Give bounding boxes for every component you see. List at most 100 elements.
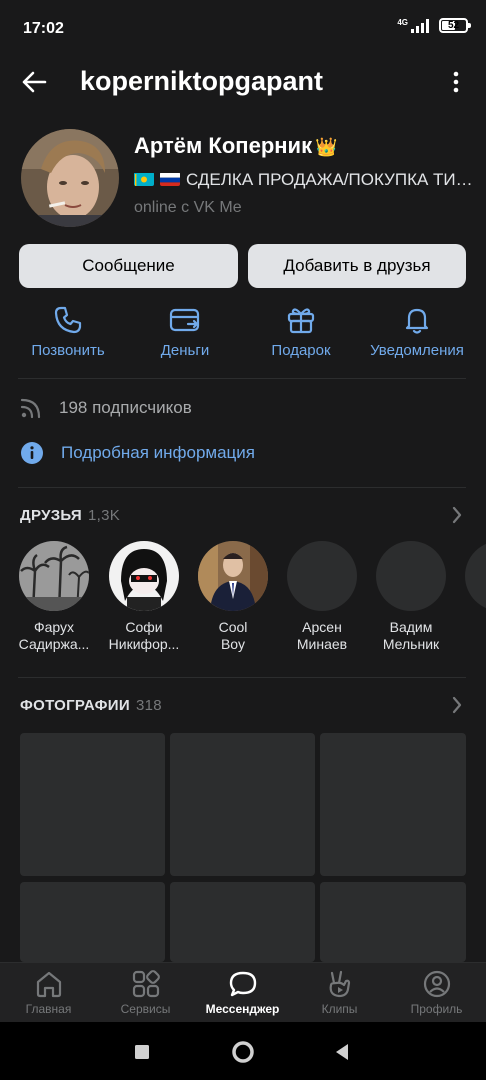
status-bar: 17:02 4G 52 xyxy=(0,0,486,58)
tab-services[interactable]: Сервисы xyxy=(97,969,194,1016)
friend-name-line2: Садиржа... xyxy=(18,636,90,652)
call-action[interactable]: Позвонить xyxy=(13,303,123,359)
friend-item[interactable]: Вадим Мельник xyxy=(366,541,456,653)
friend-avatar xyxy=(198,541,268,611)
friend-item[interactable]: Фарух Садиржа... xyxy=(9,541,99,653)
arrow-left-icon xyxy=(22,71,47,93)
home-icon xyxy=(36,971,61,998)
tab-label: Мессенджер xyxy=(205,1002,280,1016)
phone-icon xyxy=(54,306,82,334)
followers-row[interactable]: 198 подписчиков xyxy=(20,397,192,419)
friend-name-line1: Арсен xyxy=(302,619,342,635)
tab-profile[interactable]: Профиль xyxy=(388,969,485,1016)
profile-status-text: СДЕЛКА ПРОДАЖА/ПОКУПКА ТИКТОК xyxy=(186,170,474,189)
profile-name: Артём Коперник 👑 xyxy=(134,133,338,159)
signal-icon xyxy=(411,18,429,33)
photos-title: ФОТОГРАФИИ xyxy=(20,697,130,714)
friends-count: 1,3K xyxy=(88,507,121,524)
money-label: Деньги xyxy=(160,342,210,359)
back-button[interactable] xyxy=(14,64,54,100)
photo-thumbnail[interactable] xyxy=(320,733,466,876)
photo-thumbnail[interactable] xyxy=(170,733,315,876)
info-icon xyxy=(21,442,43,464)
circle-icon xyxy=(232,1041,254,1063)
bell-icon xyxy=(405,308,429,334)
friend-item[interactable]: Cool Boy xyxy=(188,541,278,653)
more-vertical-icon xyxy=(453,71,459,93)
followers-icon xyxy=(20,398,41,419)
divider xyxy=(18,378,466,379)
profile-icon xyxy=(423,970,450,998)
photos-header[interactable]: ФОТОГРАФИИ 318 xyxy=(20,697,162,714)
photo-thumbnail[interactable] xyxy=(170,882,315,962)
money-action[interactable]: Деньги xyxy=(130,303,240,359)
status-icons: 4G 52 xyxy=(397,17,471,33)
divider xyxy=(18,677,466,678)
gift-label: Подарок xyxy=(271,342,331,359)
followers-count: 198 подписчиков xyxy=(59,398,192,417)
clips-icon xyxy=(329,970,350,998)
chevron-right-icon[interactable] xyxy=(452,506,462,524)
friends-title: ДРУЗЬЯ xyxy=(20,507,83,524)
tab-messenger[interactable]: Мессенджер xyxy=(194,969,291,1016)
square-icon xyxy=(135,1045,149,1059)
friend-name-line2: Минаев xyxy=(296,636,348,652)
details-row[interactable]: Подробная информация xyxy=(20,441,255,465)
friend-name-line2: Мельник xyxy=(382,636,440,652)
messenger-icon xyxy=(229,971,256,997)
tab-label: Клипы xyxy=(321,1002,358,1016)
call-label: Позвонить xyxy=(31,342,105,359)
friend-name-line2: Никифор... xyxy=(108,636,180,652)
action-row: Позвонить Деньги Подарок Уведомления xyxy=(0,303,486,365)
page-title: koperniktopgapant xyxy=(80,66,324,96)
gift-action[interactable]: Подарок xyxy=(246,303,356,359)
divider xyxy=(18,487,466,488)
notifications-label: Уведомления xyxy=(370,342,464,359)
message-button[interactable]: Сообщение xyxy=(19,244,238,288)
notifications-action[interactable]: Уведомления xyxy=(362,303,472,359)
friend-avatar xyxy=(109,541,179,611)
photo-thumbnail[interactable] xyxy=(20,882,165,962)
triangle-back-icon xyxy=(336,1044,348,1060)
friend-item[interactable]: Ц Кв xyxy=(455,541,486,653)
network-type: 4G xyxy=(397,17,408,27)
system-nav-bar xyxy=(0,1022,486,1080)
friend-name-line2: Boy xyxy=(220,636,246,652)
add-friend-button[interactable]: Добавить в друзья xyxy=(248,244,466,288)
recents-button[interactable] xyxy=(128,1038,156,1066)
friend-item[interactable]: Софи Никифор... xyxy=(99,541,189,653)
kazakhstan-flag-icon xyxy=(134,172,154,186)
friend-avatar xyxy=(19,541,89,611)
home-button[interactable] xyxy=(229,1038,257,1066)
more-button[interactable] xyxy=(444,66,468,98)
tab-home[interactable]: Главная xyxy=(0,969,97,1016)
money-icon xyxy=(169,308,200,332)
friends-header[interactable]: ДРУЗЬЯ 1,3K xyxy=(20,507,120,524)
top-bar: koperniktopgapant xyxy=(0,58,486,106)
details-link: Подробная информация xyxy=(61,443,255,462)
photo-thumbnail[interactable] xyxy=(20,733,165,876)
friend-name-line1: Ц xyxy=(455,619,486,636)
services-icon xyxy=(132,970,160,998)
bottom-tab-bar: Главная Сервисы Мессенджер Клипы Профиль xyxy=(0,962,486,1022)
tab-label: Сервисы xyxy=(120,1002,171,1016)
battery-icon: 52 xyxy=(439,18,471,33)
friend-avatar xyxy=(376,541,446,611)
battery-level: 52 xyxy=(447,20,460,31)
status-time: 17:02 xyxy=(23,20,64,37)
photo-thumbnail[interactable] xyxy=(320,882,466,962)
profile-avatar[interactable] xyxy=(21,129,119,227)
back-nav-button[interactable] xyxy=(328,1038,356,1066)
tab-label: Профиль xyxy=(410,1002,463,1016)
russia-flag-icon xyxy=(160,172,180,186)
online-status: online с VK Me xyxy=(134,199,242,216)
chevron-right-icon[interactable] xyxy=(452,696,462,714)
tab-clips[interactable]: Клипы xyxy=(291,969,388,1016)
friend-item[interactable]: Арсен Минаев xyxy=(277,541,367,653)
friend-name-line1: Фарух xyxy=(33,619,75,635)
friend-avatar xyxy=(465,541,486,611)
profile-status: СДЕЛКА ПРОДАЖА/ПОКУПКА ТИКТОК xyxy=(134,170,474,190)
friend-avatar xyxy=(287,541,357,611)
crown-emoji: 👑 xyxy=(315,137,338,157)
friend-name-line2: Кв xyxy=(455,636,486,653)
